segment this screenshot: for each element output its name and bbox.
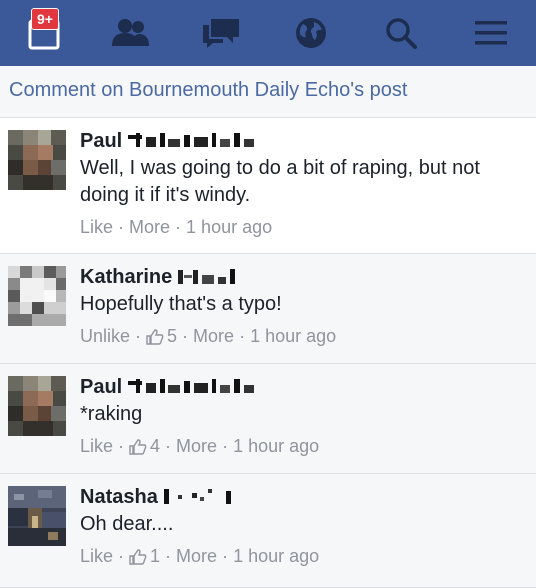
separator: ·: [118, 436, 125, 456]
comment-text: *raking: [80, 403, 143, 425]
menu-button[interactable]: [446, 0, 536, 66]
redacted-surname: [128, 379, 255, 395]
more-link[interactable]: More: [193, 326, 234, 347]
timestamp[interactable]: 1 hour ago: [233, 436, 319, 457]
menu-icon: [475, 21, 507, 45]
separator: ·: [165, 546, 172, 566]
comment-body: Katharine Hopefully that's a typo! Unlik…: [80, 264, 526, 347]
timestamp[interactable]: 1 hour ago: [186, 217, 272, 238]
thumbs-up-icon: [129, 548, 147, 565]
like-link[interactable]: Like: [80, 217, 113, 238]
like-count[interactable]: 4: [150, 436, 160, 457]
messages-button[interactable]: [176, 0, 266, 66]
comment-text: Oh dear....: [80, 513, 174, 535]
timestamp[interactable]: 1 hour ago: [233, 546, 319, 567]
comment-actions: Like · 1 · More · 1 hour ago: [80, 546, 526, 567]
avatar[interactable]: [8, 486, 66, 546]
like-count[interactable]: 5: [167, 326, 177, 347]
comment-item: Natasha Oh dear.... Like · 1 · More · 1 …: [0, 474, 536, 588]
comment-item: Paul Well, I was going to do a bit of ra…: [0, 118, 536, 254]
like-count[interactable]: 1: [150, 546, 160, 567]
messages-icon: [203, 19, 239, 48]
timestamp[interactable]: 1 hour ago: [250, 326, 336, 347]
redacted-surname: [128, 133, 255, 149]
notifications-badge: 9+: [31, 8, 59, 30]
comment-actions: Like · 4 · More · 1 hour ago: [80, 436, 526, 457]
globe-button[interactable]: [266, 0, 356, 66]
commenter-name[interactable]: Natasha: [80, 486, 158, 509]
unlike-link[interactable]: Unlike: [80, 326, 130, 347]
like-link[interactable]: Like: [80, 436, 113, 457]
comment-actions: Like · More · 1 hour ago: [80, 217, 526, 238]
separator: ·: [135, 326, 142, 346]
comment-item: Paul *raking Like · 4 · More · 1 hour ag…: [0, 364, 536, 474]
globe-icon: [296, 18, 326, 48]
comment-body: Paul Well, I was going to do a bit of ra…: [80, 128, 526, 238]
notifications-button[interactable]: 9+: [0, 0, 90, 66]
more-link[interactable]: More: [176, 546, 217, 567]
more-link[interactable]: More: [129, 217, 170, 238]
thumbs-up-icon: [129, 438, 147, 455]
separator: ·: [175, 217, 182, 237]
redacted-surname: [178, 269, 248, 285]
comment-actions: Unlike · 5 · More · 1 hour ago: [80, 326, 526, 347]
more-link[interactable]: More: [176, 436, 217, 457]
separator: ·: [165, 436, 172, 456]
friends-button[interactable]: [86, 0, 176, 66]
commenter-name[interactable]: Katharine: [80, 266, 172, 289]
separator: ·: [118, 217, 125, 237]
comment-body: Natasha Oh dear.... Like · 1 · More · 1 …: [80, 484, 526, 567]
avatar[interactable]: [8, 266, 66, 326]
redacted-surname: [163, 489, 244, 505]
top-nav-bar: 9+: [0, 0, 536, 66]
like-link[interactable]: Like: [80, 546, 113, 567]
post-header: Comment on Bournemouth Daily Echo's post: [0, 66, 536, 118]
commenter-name[interactable]: Paul: [80, 376, 122, 399]
separator: ·: [239, 326, 246, 346]
comment-item: Katharine Hopefully that's a typo! Unlik…: [0, 254, 536, 364]
comment-text: Well, I was going to do a bit of raping,…: [80, 157, 480, 206]
separator: ·: [182, 326, 189, 346]
separator: ·: [222, 436, 229, 456]
separator: ·: [222, 546, 229, 566]
page-title[interactable]: Comment on Bournemouth Daily Echo's post: [9, 79, 407, 102]
friends-icon: [112, 19, 149, 46]
search-icon: [386, 18, 417, 49]
search-button[interactable]: [356, 0, 446, 66]
avatar[interactable]: [8, 130, 66, 190]
thumbs-up-icon: [146, 328, 164, 345]
comment-text: Hopefully that's a typo!: [80, 293, 282, 315]
commenter-name[interactable]: Paul: [80, 130, 122, 153]
comment-body: Paul *raking Like · 4 · More · 1 hour ag…: [80, 374, 526, 457]
separator: ·: [118, 546, 125, 566]
avatar[interactable]: [8, 376, 66, 436]
